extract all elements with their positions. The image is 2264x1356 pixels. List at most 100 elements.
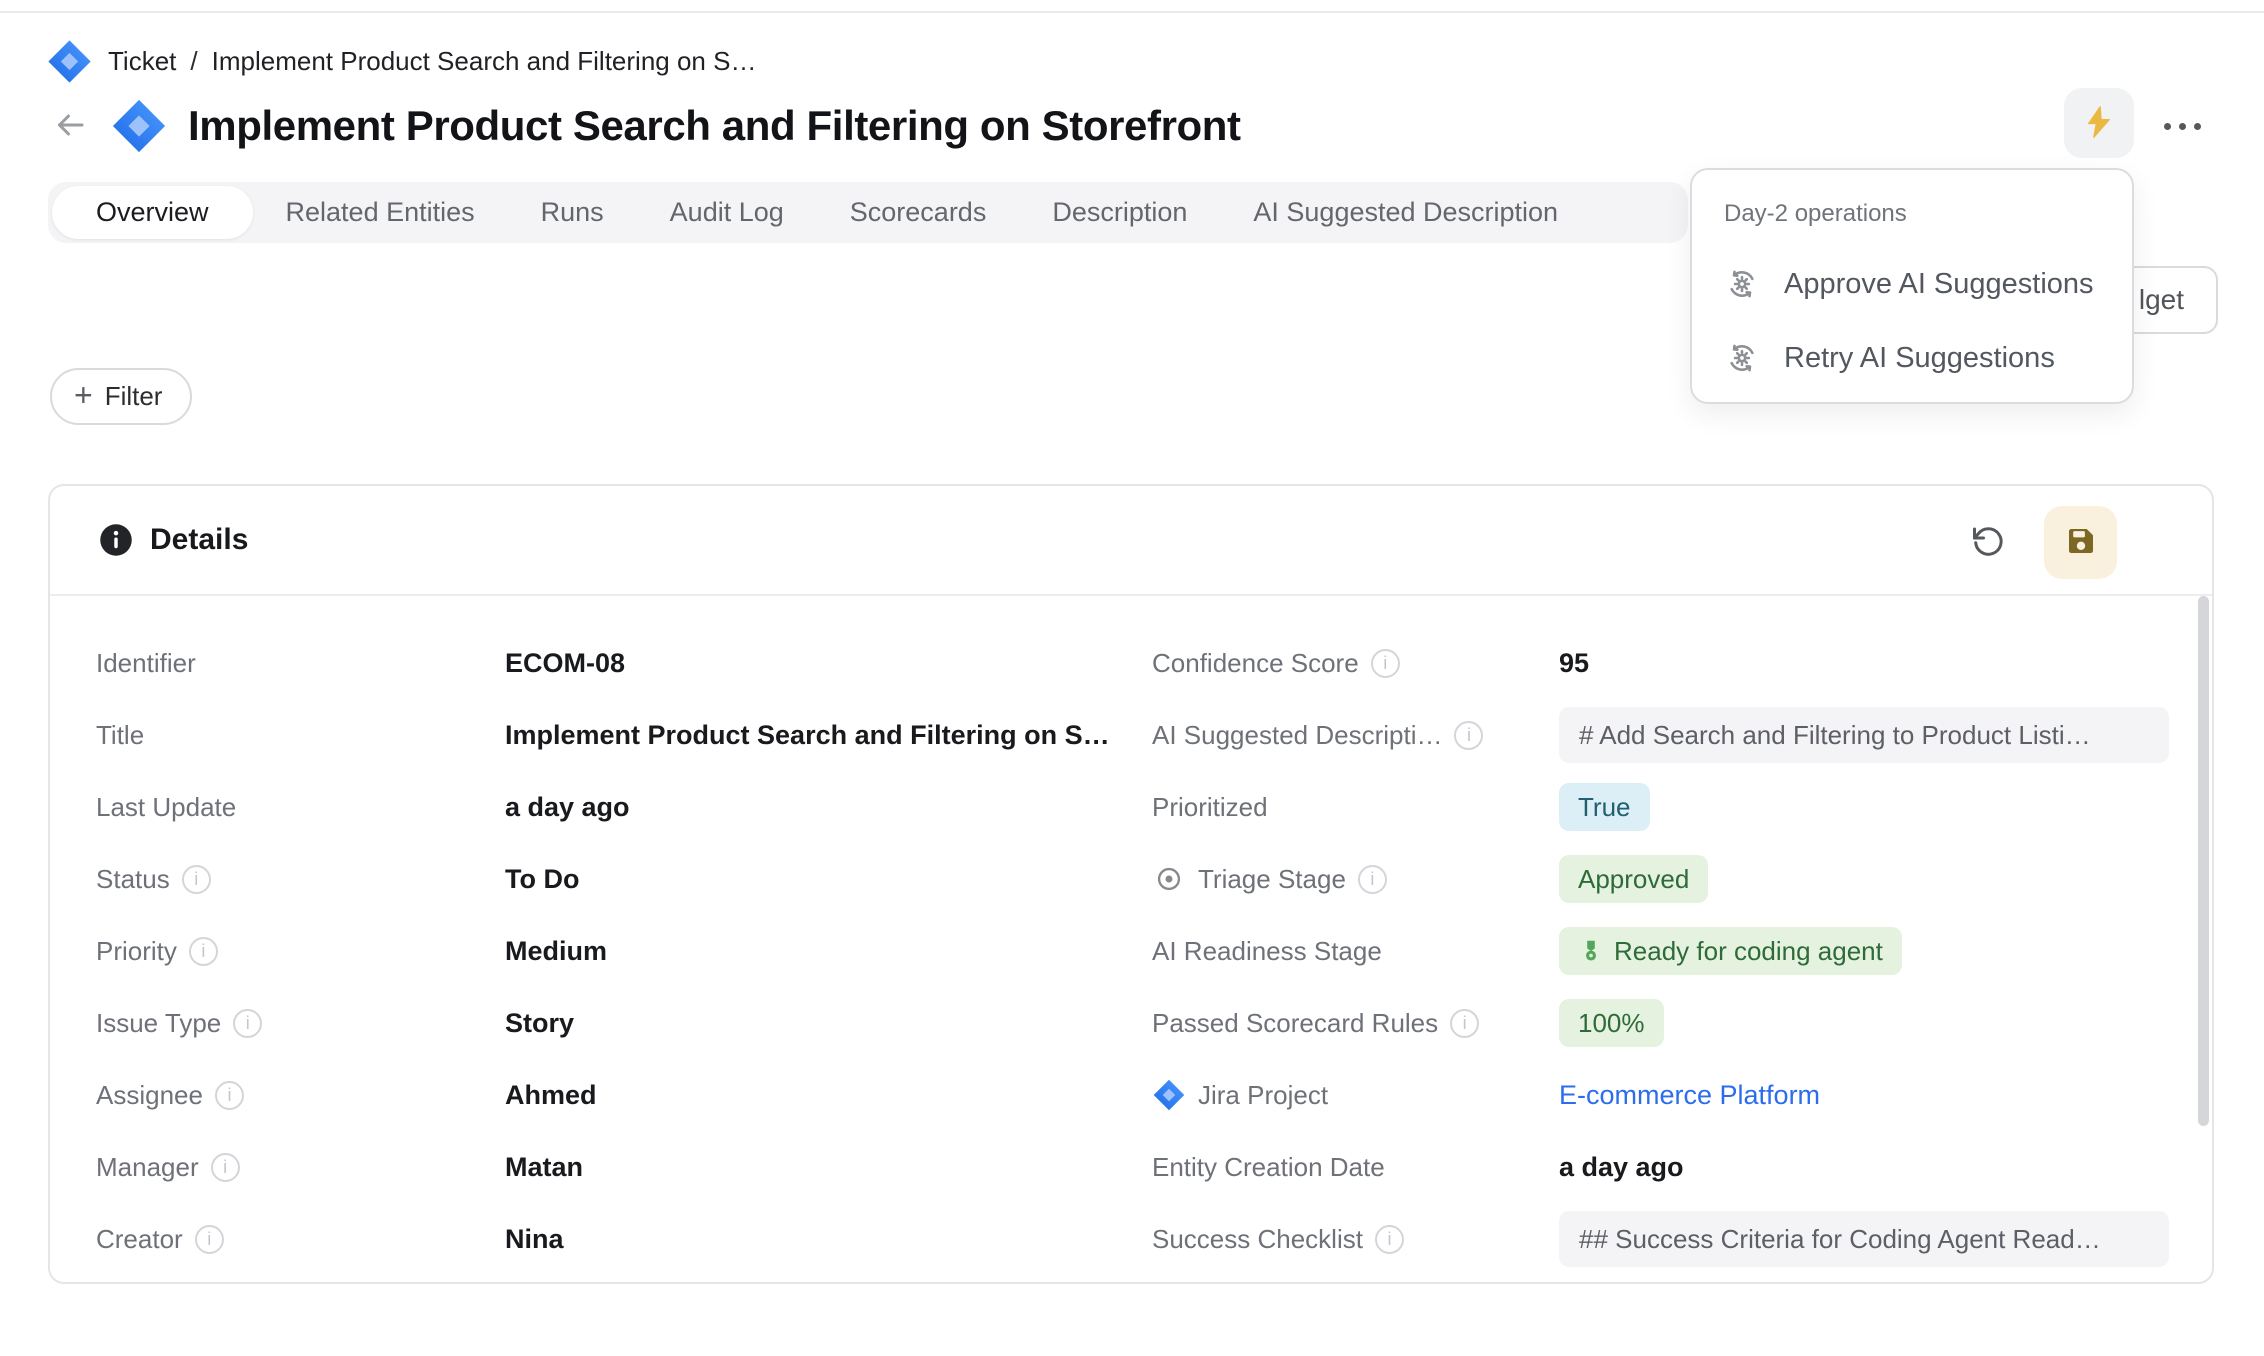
ellipsis-icon xyxy=(2194,123,2201,130)
undo-button[interactable] xyxy=(1962,516,2014,568)
filter-button-label: Filter xyxy=(105,381,163,412)
field-label: Manager xyxy=(96,1152,199,1183)
field-row-identifier: IdentifierECOM-08 xyxy=(96,627,1136,699)
field-label-group: Issue Typei xyxy=(96,1008,505,1039)
field-label: AI Readiness Stage xyxy=(1152,936,1382,967)
field-row-ai-suggested-descripti: AI Suggested Descripti… i # Add Search and… xyxy=(1152,699,2202,771)
page-header: Implement Product Search and Filtering o… xyxy=(50,92,1241,160)
field-label: Status xyxy=(96,864,170,895)
info-icon[interactable]: i xyxy=(189,937,218,966)
field-value: Story xyxy=(505,1008,574,1039)
breadcrumb-root[interactable]: Ticket xyxy=(108,46,176,77)
field-label: Success Checklist xyxy=(1152,1224,1363,1255)
field-label-group: Creator i xyxy=(96,1224,505,1255)
field-value-pill: # Add Search and Filtering to Product Li… xyxy=(1559,707,2169,763)
field-row-manager: ManageriMatan xyxy=(96,1131,1136,1203)
filter-button[interactable]: + Filter xyxy=(50,368,192,425)
badge-label: Ready for coding agent xyxy=(1614,936,1883,967)
save-icon xyxy=(2063,523,2099,562)
field-label: Entity Creation Date xyxy=(1152,1152,1385,1183)
field-label-group: AI Readiness Stage xyxy=(1152,936,1559,967)
details-card-header: Details xyxy=(50,486,2212,594)
field-row-prioritized: Prioritized True xyxy=(1152,771,2202,843)
back-button[interactable] xyxy=(50,106,90,146)
field-label: Creator xyxy=(96,1224,183,1255)
tab-bar: OverviewRelated EntitiesRunsAudit LogSco… xyxy=(48,182,1688,243)
field-label: Assignee xyxy=(96,1080,203,1111)
save-button[interactable] xyxy=(2044,506,2117,579)
field-row-ai-readiness-stage: AI Readiness Stage Ready for coding agent xyxy=(1152,915,2202,987)
medal-icon xyxy=(1578,938,1604,964)
tab-overview[interactable]: Overview xyxy=(52,186,253,239)
field-row-last-update: Last Updatea day ago xyxy=(96,771,1136,843)
field-row-issue-type: Issue TypeiStory xyxy=(96,987,1136,1059)
details-info-icon xyxy=(98,522,134,558)
field-label-group: Entity Creation Date xyxy=(1152,1152,1559,1183)
field-value-pill: ## Success Criteria for Coding Agent Rea… xyxy=(1559,1211,2169,1267)
jira-logo-icon xyxy=(110,97,168,155)
info-icon[interactable]: i xyxy=(1450,1009,1479,1038)
info-icon[interactable]: i xyxy=(1358,865,1387,894)
info-icon[interactable]: i xyxy=(182,865,211,894)
menu-item-retry-ai-suggestions[interactable]: Retry AI Suggestions xyxy=(1692,321,2132,395)
details-right-column: Confidence Scorei95AI Suggested Descript… xyxy=(1152,627,2202,1275)
info-icon[interactable]: i xyxy=(215,1081,244,1110)
field-label: Jira Project xyxy=(1198,1080,1328,1111)
field-label: Identifier xyxy=(96,648,196,679)
details-card-title: Details xyxy=(150,523,248,557)
tab-scorecards[interactable]: Scorecards xyxy=(817,182,1020,243)
field-label-group: Confidence Scorei xyxy=(1152,648,1559,679)
info-icon[interactable]: i xyxy=(1371,649,1400,678)
field-row-priority: PriorityiMedium xyxy=(96,915,1136,987)
info-icon[interactable]: i xyxy=(211,1153,240,1182)
menu-item-approve-ai-suggestions[interactable]: Approve AI Suggestions xyxy=(1692,247,2132,321)
field-label-group: Assignee i xyxy=(96,1080,505,1111)
ellipsis-icon xyxy=(2164,123,2171,130)
tab-related-entities[interactable]: Related Entities xyxy=(253,182,508,243)
info-icon[interactable]: i xyxy=(1454,721,1483,750)
tab-runs[interactable]: Runs xyxy=(508,182,637,243)
field-label-group: Last Update xyxy=(96,792,505,823)
field-row-jira-project: Jira Project E-commerce Platform xyxy=(1152,1059,2202,1131)
breadcrumb-separator: / xyxy=(190,46,197,77)
field-label: AI Suggested Descripti… xyxy=(1152,720,1442,751)
tab-description[interactable]: Description xyxy=(1019,182,1220,243)
field-value-link[interactable]: E-commerce Platform xyxy=(1559,1080,1820,1111)
field-label-group: Triage Stagei xyxy=(1152,862,1559,896)
gear-cycle-icon xyxy=(1724,266,1760,302)
field-value-badge: Ready for coding agent xyxy=(1559,927,1902,975)
field-label: Title xyxy=(96,720,144,751)
quick-actions-button[interactable] xyxy=(2064,88,2134,158)
info-icon[interactable]: i xyxy=(1375,1225,1404,1254)
badge-label: True xyxy=(1578,792,1631,823)
field-label-group: Success Checklist i xyxy=(1152,1224,1559,1255)
undo-icon xyxy=(1970,523,2006,562)
widget-button-visible-label: lget xyxy=(2139,284,2184,316)
field-value: To Do xyxy=(505,864,579,895)
tab-ai-suggested-description[interactable]: AI Suggested Description xyxy=(1220,182,1591,243)
tab-audit-log[interactable]: Audit Log xyxy=(637,182,817,243)
field-value: Medium xyxy=(505,936,607,967)
badge-label: 100% xyxy=(1578,1008,1645,1039)
field-label-group: Title xyxy=(96,720,505,751)
menu-item-label: Retry AI Suggestions xyxy=(1784,342,2055,375)
card-scrollbar[interactable] xyxy=(2198,596,2209,1126)
info-icon[interactable]: i xyxy=(233,1009,262,1038)
field-label-group: AI Suggested Descripti… i xyxy=(1152,720,1559,751)
breadcrumb: Ticket / Implement Product Search and Fi… xyxy=(46,36,756,86)
gear-cycle-icon xyxy=(1724,340,1760,376)
lightning-icon xyxy=(2081,104,2117,143)
field-label-group: Identifier xyxy=(96,648,505,679)
badge-label: Approved xyxy=(1578,864,1689,895)
menu-item-label: Approve AI Suggestions xyxy=(1784,268,2094,301)
info-icon[interactable]: i xyxy=(195,1225,224,1254)
ellipsis-icon xyxy=(2179,123,2186,130)
field-label: Prioritized xyxy=(1152,792,1268,823)
field-label-group: Statusi xyxy=(96,864,505,895)
more-options-button[interactable] xyxy=(2156,108,2208,144)
field-label-group: Jira Project xyxy=(1152,1078,1559,1112)
page-title: Implement Product Search and Filtering o… xyxy=(188,102,1241,150)
radio-target-icon xyxy=(1152,862,1186,896)
details-left-column: IdentifierECOM-08TitleImplement Product … xyxy=(96,627,1136,1275)
field-label: Passed Scorecard Rules xyxy=(1152,1008,1438,1039)
